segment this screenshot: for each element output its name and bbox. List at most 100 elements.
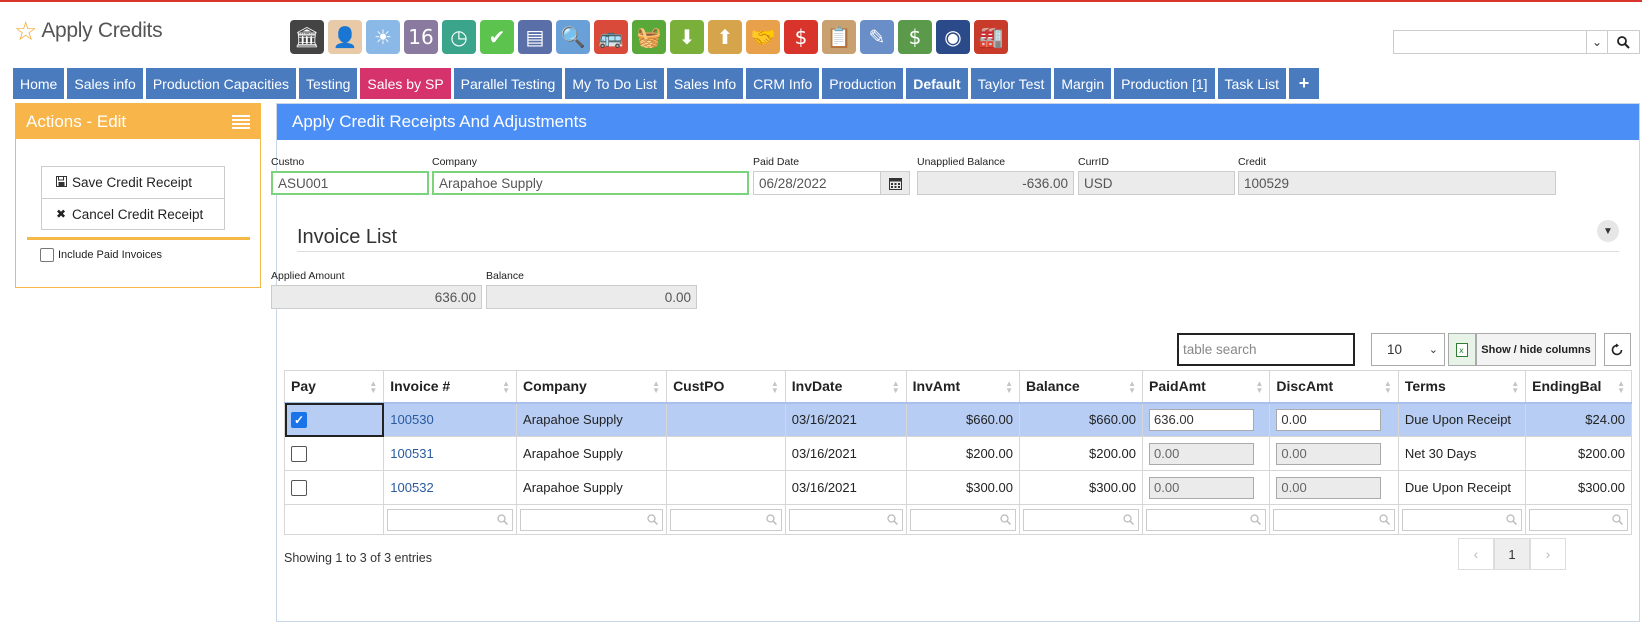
- page-length-select[interactable]: 10 ⌄: [1371, 333, 1445, 366]
- save-credit-receipt-button[interactable]: Save Credit Receipt: [42, 167, 224, 198]
- column-filter-input[interactable]: [1273, 508, 1395, 531]
- tab-sales-info[interactable]: Sales Info: [666, 68, 744, 99]
- column-filter-input[interactable]: [909, 508, 1016, 531]
- pay-checkbox[interactable]: [291, 479, 307, 496]
- pay-checkbox[interactable]: ✓: [291, 411, 307, 428]
- clipboard-icon[interactable]: 📋: [822, 20, 856, 54]
- paidamt-input[interactable]: 0.00: [1149, 442, 1255, 465]
- collapse-chevron-icon[interactable]: ▼: [1597, 220, 1619, 242]
- hamburger-menu-icon[interactable]: [232, 115, 250, 129]
- weather-icon[interactable]: ☀: [366, 20, 400, 54]
- column-filter-input[interactable]: [1529, 508, 1628, 531]
- column-header-custpo[interactable]: CustPO ▲ ▼: [666, 370, 786, 404]
- tab-task-list[interactable]: Task List: [1217, 68, 1286, 99]
- page-length-value: 10: [1387, 342, 1403, 357]
- discamt-input[interactable]: 0.00: [1276, 408, 1382, 431]
- column-header-endingbal[interactable]: EndingBal ▲ ▼: [1525, 370, 1632, 404]
- bus-icon[interactable]: 🚌: [594, 20, 628, 54]
- column-filter-cell: [516, 504, 668, 535]
- upload-box-icon[interactable]: ⬆: [708, 20, 742, 54]
- reset-button[interactable]: [1604, 333, 1631, 366]
- tab-my-to-do-list[interactable]: My To Do List: [565, 68, 664, 99]
- invoice-link[interactable]: 100531: [390, 446, 433, 461]
- checkmark-icon[interactable]: ✔: [480, 20, 514, 54]
- column-header-terms[interactable]: Terms ▲ ▼: [1397, 370, 1527, 404]
- gauge-book-icon[interactable]: ◉: [936, 20, 970, 54]
- column-header-paidamt[interactable]: PaidAmt ▲ ▼: [1142, 370, 1271, 404]
- column-header-balance[interactable]: Balance ▲ ▼: [1018, 370, 1144, 404]
- tab-production[interactable]: Production: [822, 68, 904, 99]
- download-box-icon[interactable]: ⬇: [670, 20, 704, 54]
- column-header-invdate[interactable]: InvDate ▲ ▼: [784, 370, 907, 404]
- tab-testing[interactable]: Testing: [299, 68, 358, 99]
- next-page-button[interactable]: ›: [1530, 538, 1566, 570]
- user-icon[interactable]: 👤: [328, 20, 362, 54]
- invoice-link[interactable]: 100530: [390, 412, 433, 427]
- tab-crm-info[interactable]: CRM Info: [746, 68, 820, 99]
- paid-date-field[interactable]: 06/28/2022: [753, 171, 881, 195]
- column-header-pay[interactable]: Pay ▲ ▼: [283, 370, 385, 404]
- favorite-star-icon[interactable]: ☆: [14, 18, 37, 44]
- calendar-icon[interactable]: 16: [404, 20, 438, 54]
- sort-arrows-icon: ▲ ▼: [1128, 379, 1137, 395]
- previous-page-button[interactable]: ‹: [1458, 538, 1494, 570]
- column-filter-input[interactable]: [1401, 508, 1523, 531]
- search-button[interactable]: [1608, 30, 1640, 54]
- global-search-input[interactable]: [1393, 30, 1586, 54]
- dollar-bubble-icon[interactable]: $: [784, 20, 818, 54]
- column-filter-input[interactable]: [670, 508, 782, 531]
- column-header-invamt[interactable]: InvAmt ▲ ▼: [905, 370, 1020, 404]
- show-hide-columns-button[interactable]: Show / hide columns: [1476, 333, 1596, 366]
- page-1-button[interactable]: 1: [1494, 538, 1530, 570]
- table-search-input[interactable]: table search: [1177, 333, 1355, 366]
- clock-icon[interactable]: ◷: [442, 20, 476, 54]
- column-filter-input[interactable]: [788, 508, 903, 531]
- tab-sales-info[interactable]: Sales info: [67, 68, 143, 99]
- handshake-icon[interactable]: 🤝: [746, 20, 780, 54]
- tab-sales-by-sp[interactable]: Sales by SP: [360, 68, 451, 99]
- discamt-input[interactable]: 0.00: [1276, 476, 1382, 499]
- column-filter-input[interactable]: [520, 508, 664, 531]
- pencil-icon[interactable]: ✎: [860, 20, 894, 54]
- chevron-down-icon[interactable]: ⌄: [1586, 30, 1608, 54]
- pay-checkbox[interactable]: [291, 445, 307, 462]
- tab-taylor-test[interactable]: Taylor Test: [970, 68, 1052, 99]
- tab-home[interactable]: Home: [13, 68, 65, 99]
- excel-export-button[interactable]: x: [1448, 333, 1476, 366]
- calendar-picker-button[interactable]: [880, 171, 910, 195]
- factory-icon[interactable]: 🏭: [974, 20, 1008, 54]
- column-header-company[interactable]: Company ▲ ▼: [516, 370, 668, 404]
- tab-parallel-testing[interactable]: Parallel Testing: [453, 68, 563, 99]
- basket-icon-glyph: 🧺: [636, 25, 662, 49]
- column-header-label: InvAmt: [912, 378, 961, 395]
- column-header-invoice[interactable]: Invoice # ▲ ▼: [383, 370, 518, 404]
- sort-arrows-icon: ▲ ▼: [1255, 379, 1264, 395]
- add-tab-button[interactable]: +: [1289, 68, 1319, 99]
- cancel-credit-receipt-button[interactable]: ✖ Cancel Credit Receipt: [42, 198, 224, 229]
- column-filter-input[interactable]: [1022, 508, 1140, 531]
- paidamt-input[interactable]: 636.00: [1149, 408, 1255, 431]
- tab-production-capacities[interactable]: Production Capacities: [145, 68, 297, 99]
- table-row[interactable]: 100532 Arapahoe Supply 03/16/2021 $300.00 $3…: [283, 470, 1632, 505]
- tab-production-1[interactable]: Production [1]: [1114, 68, 1215, 99]
- column-header-discamt[interactable]: DiscAmt ▲ ▼: [1269, 370, 1399, 404]
- basket-icon[interactable]: 🧺: [632, 20, 666, 54]
- table-row[interactable]: ✓ 100530 Arapahoe Supply 03/16/2021 $660.00 $…: [283, 402, 1632, 437]
- custno-field[interactable]: ASU001: [271, 171, 429, 195]
- discamt-cell: 0.00: [1269, 436, 1399, 471]
- tab-margin[interactable]: Margin: [1054, 68, 1112, 99]
- column-filter-input[interactable]: [1146, 508, 1267, 531]
- tab-default[interactable]: Default: [906, 68, 968, 99]
- company-field[interactable]: Arapahoe Supply: [432, 171, 749, 195]
- svg-text:x: x: [1459, 346, 1464, 355]
- table-row[interactable]: 100531 Arapahoe Supply 03/16/2021 $200.00 $2…: [283, 436, 1632, 471]
- column-filter-input[interactable]: [387, 508, 514, 531]
- news-icon[interactable]: ▤: [518, 20, 552, 54]
- invoice-link[interactable]: 100532: [390, 480, 433, 495]
- include-paid-invoices-checkbox[interactable]: [40, 248, 54, 262]
- magnifier-icon[interactable]: 🔍: [556, 20, 590, 54]
- paidamt-input[interactable]: 0.00: [1149, 476, 1255, 499]
- discamt-input[interactable]: 0.00: [1276, 442, 1382, 465]
- money-icon[interactable]: $: [898, 20, 932, 54]
- bank-icon[interactable]: 🏛: [290, 20, 324, 54]
